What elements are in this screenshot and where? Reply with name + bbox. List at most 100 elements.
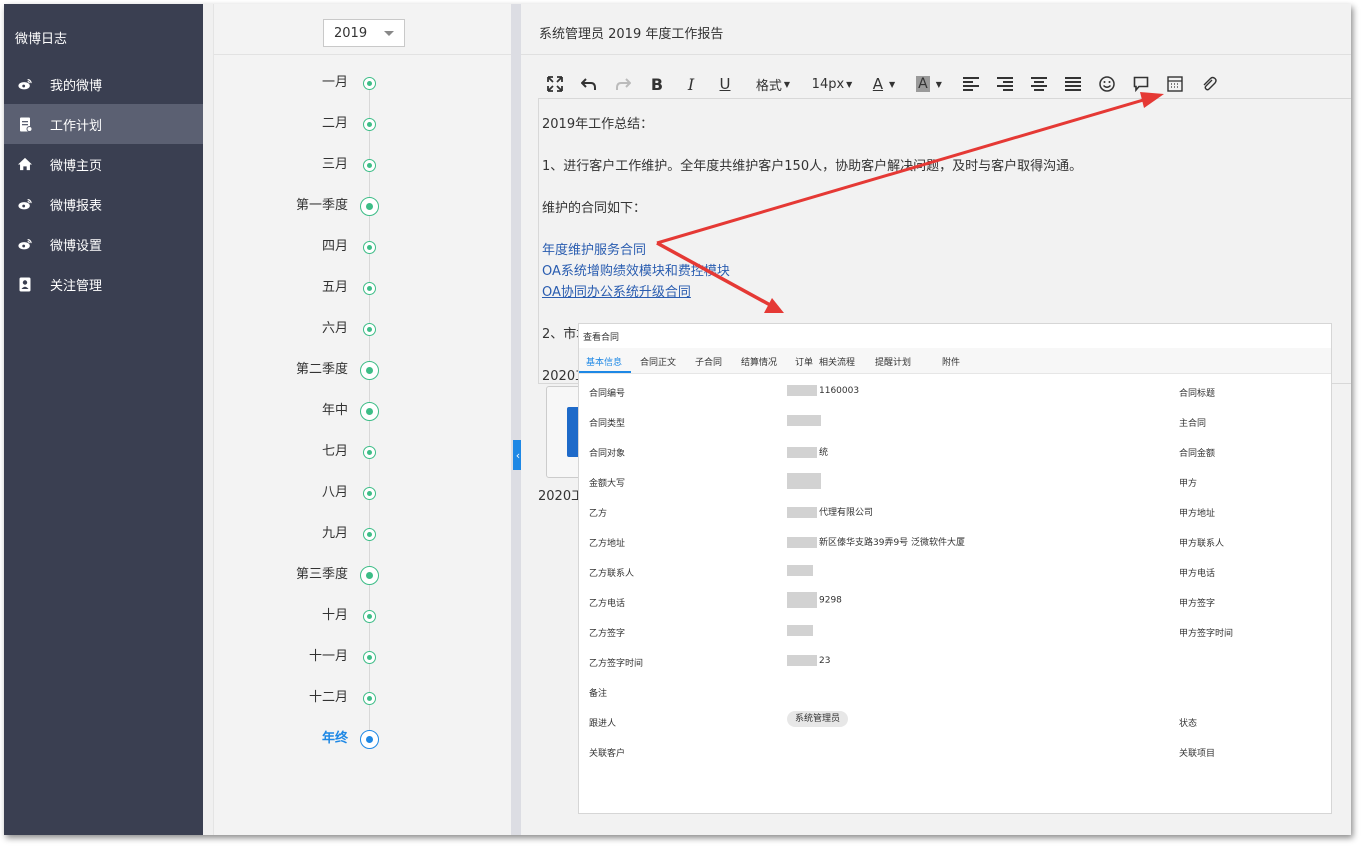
timeline-dot[interactable]	[363, 282, 376, 295]
bold-button[interactable]: B	[647, 72, 667, 96]
field-label: 关联客户	[589, 749, 626, 759]
insert-contract-button[interactable]	[1165, 72, 1185, 96]
timeline-dot[interactable]	[363, 446, 376, 459]
contract-link[interactable]: 年度维护服务合同	[542, 239, 646, 258]
timeline-label[interactable]: 第二季度	[296, 362, 348, 378]
redacted-block	[787, 625, 813, 636]
caret-down-icon: ▼	[935, 79, 942, 89]
field-label: 主合同	[1179, 419, 1207, 429]
tab-reminder-plan[interactable]: 提醒计划	[875, 355, 911, 368]
align-right-button[interactable]	[995, 72, 1015, 96]
redo-icon	[616, 78, 631, 90]
redacted-block	[787, 447, 817, 458]
tab-attachments[interactable]: 附件	[942, 355, 960, 368]
sidebar-item-label: 微博设置	[50, 238, 103, 254]
timeline-dot[interactable]	[363, 77, 376, 90]
tab-settlement[interactable]: 结算情况	[741, 355, 777, 368]
sidebar-item-label: 关注管理	[50, 278, 103, 294]
timeline-dot[interactable]	[360, 566, 379, 585]
format-label: 格式	[755, 78, 782, 94]
sidebar-item-follow-management[interactable]: 关注管理	[4, 264, 203, 304]
timeline-label[interactable]: 十月	[322, 608, 348, 624]
tab-sub-contract[interactable]: 子合同	[695, 355, 722, 368]
timeline-dot-current[interactable]	[360, 730, 379, 749]
field-value: 9298	[787, 592, 842, 608]
paragraph: 2019年工作总结：	[542, 117, 654, 132]
bold-icon: B	[650, 74, 664, 94]
timeline-label[interactable]: 十二月	[309, 690, 348, 706]
font-size-dropdown[interactable]: 14px ▼	[809, 72, 855, 96]
paperclip-icon	[1203, 76, 1217, 91]
timeline-label[interactable]: 八月	[322, 485, 348, 501]
follow-up-person-tag: 系统管理员	[787, 711, 849, 727]
italic-button[interactable]: I	[681, 72, 701, 96]
sidebar-item-weibo-home[interactable]: 微博主页	[4, 144, 203, 184]
timeline-label-current[interactable]: 年终	[322, 731, 348, 747]
tab-related-flows[interactable]: 相关流程	[819, 355, 855, 368]
timeline-label[interactable]: 二月	[322, 116, 348, 132]
smiley-icon	[1099, 76, 1115, 92]
format-dropdown[interactable]: 格式 ▼	[751, 72, 795, 96]
timeline-label[interactable]: 七月	[322, 444, 348, 460]
timeline-dot[interactable]	[363, 610, 376, 623]
field-label: 甲方	[1179, 479, 1198, 489]
timeline-dot[interactable]	[363, 651, 376, 664]
timeline-dot[interactable]	[363, 241, 376, 254]
year-select[interactable]: 2019	[323, 19, 405, 47]
tab-orders[interactable]: 订单	[795, 355, 813, 368]
fullscreen-button[interactable]	[545, 72, 565, 96]
timeline-dot[interactable]	[363, 323, 376, 336]
timeline-dot[interactable]	[360, 361, 379, 380]
field-value-text: 23	[819, 656, 831, 666]
sidebar-item-weibo-report[interactable]: 微博报表	[4, 184, 203, 224]
timeline-label[interactable]: 九月	[322, 526, 348, 542]
field-value-text: 9298	[819, 595, 842, 606]
contract-link[interactable]: OA协同办公系统升级合同	[542, 281, 691, 300]
timeline-dot[interactable]	[363, 692, 376, 705]
timeline-label[interactable]: 六月	[322, 321, 348, 337]
paragraph: 维护的合同如下：	[542, 201, 647, 216]
field-value	[787, 625, 815, 636]
sidebar-item-my-weibo[interactable]: 我的微博	[4, 64, 203, 104]
sidebar-item-work-plan[interactable]: 工作计划	[4, 104, 203, 144]
font-size-label: 14px	[811, 76, 845, 92]
timeline-dot[interactable]	[360, 197, 379, 216]
sidebar-item-label: 微博报表	[50, 198, 103, 214]
timeline-label[interactable]: 第一季度	[296, 198, 348, 214]
timeline-label[interactable]: 一月	[322, 75, 348, 91]
comment-button[interactable]	[1131, 72, 1151, 96]
timeline-label[interactable]: 年中	[322, 403, 348, 419]
page-title: 系统管理员 2019 年度工作报告	[539, 27, 724, 42]
underline-button[interactable]: U	[715, 72, 735, 96]
timeline-dot[interactable]	[363, 528, 376, 541]
timeline-dot[interactable]	[363, 487, 376, 500]
font-color-button[interactable]: A ▼	[866, 72, 902, 96]
underline-icon: U	[719, 75, 731, 93]
align-justify-button[interactable]	[1063, 72, 1083, 96]
timeline-dot[interactable]	[363, 118, 376, 131]
timeline-label[interactable]: 第三季度	[296, 567, 348, 583]
timeline-dot[interactable]	[363, 159, 376, 172]
field-value	[787, 473, 823, 489]
emoji-button[interactable]	[1097, 72, 1117, 96]
align-left-button[interactable]	[961, 72, 981, 96]
tab-basic-info[interactable]: 基本信息	[586, 355, 622, 368]
redo-button[interactable]	[613, 72, 633, 96]
timeline-label[interactable]: 四月	[322, 239, 348, 255]
align-center-button[interactable]	[1029, 72, 1049, 96]
sidebar-item-weibo-settings[interactable]: 微博设置	[4, 224, 203, 264]
timeline-label[interactable]: 三月	[322, 157, 348, 173]
contract-link[interactable]: OA系统增购绩效模块和费控模块	[542, 260, 730, 279]
field-value: 统	[787, 445, 828, 458]
undo-button[interactable]	[579, 72, 599, 96]
background-color-button[interactable]: A ▼	[911, 72, 947, 96]
field-label: 乙方	[589, 509, 608, 519]
timeline-label[interactable]: 五月	[322, 280, 348, 296]
timeline-dot[interactable]	[360, 402, 379, 421]
weibo-icon	[18, 237, 32, 251]
timeline-label[interactable]: 十一月	[309, 649, 348, 665]
tab-contract-text[interactable]: 合同正文	[640, 355, 676, 368]
field-value: 代理有限公司	[787, 505, 873, 518]
attach-button[interactable]	[1199, 72, 1219, 96]
divider	[521, 54, 1351, 55]
